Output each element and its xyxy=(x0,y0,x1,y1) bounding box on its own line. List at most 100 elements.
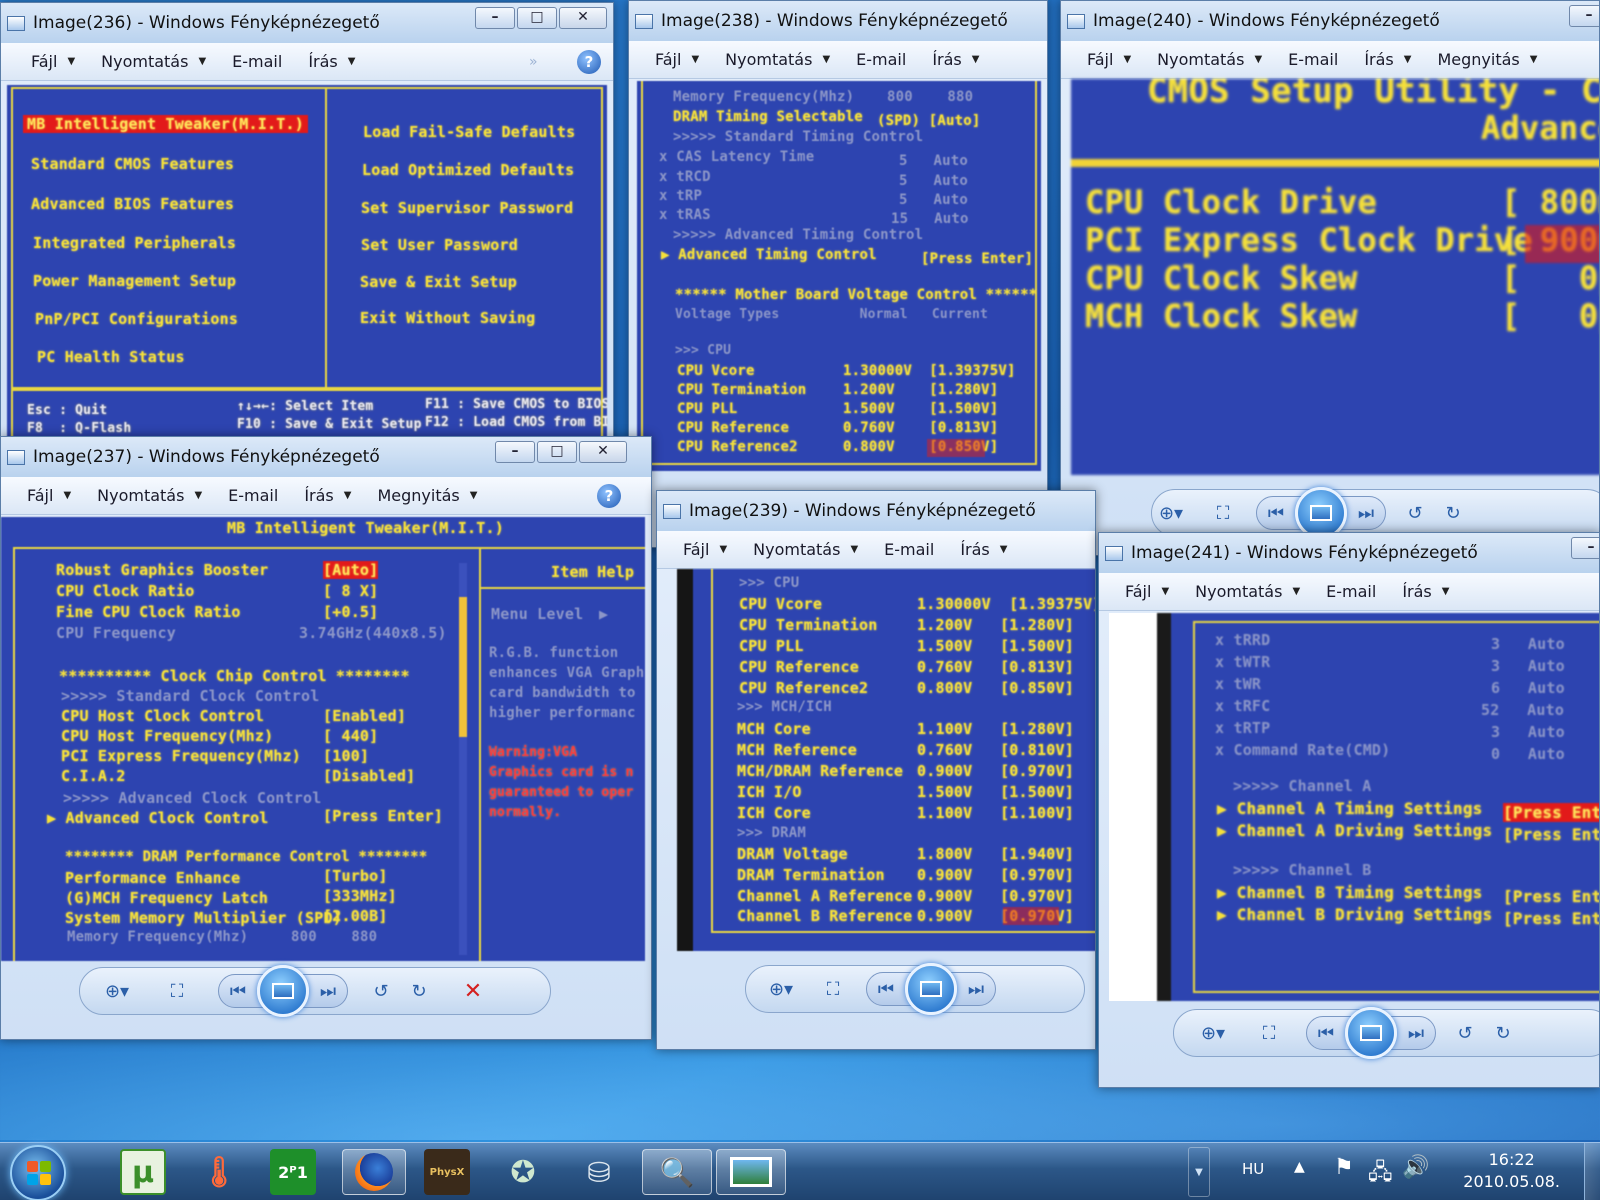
sp2-1-icon[interactable]: 2ᴾ1 xyxy=(270,1149,316,1195)
bios-row-value: [Press Ent xyxy=(1503,887,1600,906)
menu-email[interactable]: E-mail xyxy=(218,486,288,505)
bios-row-label: x tRP xyxy=(659,188,703,204)
action-center-flag-icon[interactable]: ⚑ xyxy=(1334,1155,1354,1180)
window-image-241[interactable]: Image(241) - Windows Fényképnézegető – F… xyxy=(1098,532,1600,1088)
physx-icon[interactable]: PhysX xyxy=(424,1149,470,1195)
rotate-left-icon[interactable]: ↺ xyxy=(362,981,400,1002)
show-desktop-button[interactable] xyxy=(1584,1143,1600,1200)
next-icon[interactable]: ⏭ xyxy=(1397,1023,1435,1044)
minimize-button[interactable]: – xyxy=(1569,5,1599,27)
bios-row-value: 1.100V [1.280V] xyxy=(917,720,1074,738)
menu-print[interactable]: Nyomtatás ▼ xyxy=(1147,50,1272,69)
maximize-button[interactable]: □ xyxy=(517,7,557,29)
rotate-left-icon[interactable]: ↺ xyxy=(1446,1023,1484,1044)
firefox-icon[interactable] xyxy=(342,1149,406,1195)
next-icon[interactable]: ⏭ xyxy=(309,981,347,1002)
help-icon[interactable]: ? xyxy=(597,483,621,508)
slideshow-button[interactable] xyxy=(1345,1007,1397,1059)
rotate-right-icon[interactable]: ↻ xyxy=(400,981,438,1002)
close-button[interactable]: ✕ xyxy=(579,441,627,463)
rotate-left-icon[interactable]: ↺ xyxy=(1396,503,1434,524)
bios-header: Advanced xyxy=(1481,109,1599,147)
menu-email[interactable]: E-mail xyxy=(1316,582,1386,601)
menu-print[interactable]: Nyomtatás ▼ xyxy=(715,50,840,69)
slideshow-button[interactable] xyxy=(905,963,957,1015)
title-bar[interactable]: Image(238) - Windows Fényképnézegető xyxy=(629,1,1047,41)
actual-size-icon[interactable]: ⛶ xyxy=(158,981,196,1002)
title-bar[interactable]: Image(239) - Windows Fényképnézegető xyxy=(657,491,1095,531)
menu-email[interactable]: E-mail xyxy=(222,52,292,71)
taskbar-scroll[interactable]: ▼ xyxy=(1188,1147,1210,1197)
menu-file[interactable]: Fájl ▼ xyxy=(21,52,85,71)
previous-icon[interactable]: ⏮ xyxy=(1307,1023,1345,1044)
title-bar[interactable]: Image(237) - Windows Fényképnézegető – □… xyxy=(1,437,651,477)
menu-write[interactable]: Írás ▼ xyxy=(1354,50,1421,69)
previous-icon[interactable]: ⏮ xyxy=(867,979,905,1000)
utorrent-icon[interactable]: µ xyxy=(120,1149,166,1195)
minimize-button[interactable]: – xyxy=(495,441,535,463)
menu-label: E-mail xyxy=(884,540,935,559)
menu-open[interactable]: Megnyitás ▼ xyxy=(1427,50,1547,69)
menu-email[interactable]: E-mail xyxy=(1278,50,1348,69)
start-button[interactable] xyxy=(10,1145,66,1200)
thermometer-shield-icon[interactable]: 🌡 xyxy=(196,1149,242,1195)
rotate-right-icon[interactable]: ↻ xyxy=(1434,503,1472,524)
menu-open[interactable]: Megnyitás ▼ xyxy=(367,486,487,505)
help-icon[interactable]: ? xyxy=(577,49,601,74)
menu-file[interactable]: Fájl ▼ xyxy=(1077,50,1141,69)
window-image-239[interactable]: Image(239) - Windows Fényképnézegető Fáj… xyxy=(656,490,1096,1050)
menu-file[interactable]: Fájl ▼ xyxy=(673,540,737,559)
window-image-238[interactable]: Image(238) - Windows Fényképnézegető Fáj… xyxy=(628,0,1048,548)
next-icon[interactable]: ⏭ xyxy=(1347,503,1385,524)
system-clock[interactable]: 16:22 2010.05.08. xyxy=(1463,1149,1560,1193)
menu-email[interactable]: E-mail xyxy=(846,50,916,69)
show-hidden-icons-icon[interactable]: ▲ xyxy=(1294,1159,1305,1175)
zoom-icon[interactable]: ⊕▾ xyxy=(1194,1023,1232,1044)
title-bar[interactable]: Image(236) - Windows Fényképnézegető – □… xyxy=(1,3,613,43)
bios-menu-item: Load Fail-Safe Defaults xyxy=(363,123,576,141)
title-bar[interactable]: Image(240) - Windows Fényképnézegető – xyxy=(1061,1,1599,41)
window-image-240[interactable]: Image(240) - Windows Fényképnézegető – F… xyxy=(1060,0,1600,556)
volume-icon[interactable]: 🔊 xyxy=(1402,1155,1429,1180)
minimize-button[interactable]: – xyxy=(1571,537,1599,559)
actual-size-icon[interactable]: ⛶ xyxy=(814,979,852,1000)
previous-icon[interactable]: ⏮ xyxy=(219,981,257,1002)
window-image-237[interactable]: Image(237) - Windows Fényképnézegető – □… xyxy=(0,436,652,1040)
network-icon[interactable]: 🖧 xyxy=(1368,1155,1393,1193)
menu-file[interactable]: Fájl ▼ xyxy=(1115,582,1179,601)
drive-shield-icon[interactable]: ⛁ xyxy=(576,1149,622,1195)
menu-write[interactable]: Írás ▼ xyxy=(1392,582,1459,601)
title-bar[interactable]: Image(241) - Windows Fényképnézegető – xyxy=(1099,533,1599,573)
menu-write[interactable]: Írás ▼ xyxy=(922,50,989,69)
zoom-icon[interactable]: ⊕▾ xyxy=(1152,503,1190,524)
menu-print[interactable]: Nyomtatás ▼ xyxy=(87,486,212,505)
menu-print[interactable]: Nyomtatás ▼ xyxy=(91,52,216,71)
rotate-right-icon[interactable]: ↻ xyxy=(1484,1023,1522,1044)
close-button[interactable]: ✕ xyxy=(559,7,607,29)
window-image-236[interactable]: Image(236) - Windows Fényképnézegető – □… xyxy=(0,2,614,448)
actual-size-icon[interactable]: ⛶ xyxy=(1204,503,1242,524)
photo-viewer-icon[interactable] xyxy=(716,1149,786,1195)
fit-window-icon[interactable]: ⛶ xyxy=(1250,1023,1288,1044)
menu-write[interactable]: Írás ▼ xyxy=(950,540,1017,559)
menu-write[interactable]: Írás ▼ xyxy=(298,52,365,71)
xbox-shield-icon[interactable]: ✪ xyxy=(500,1149,546,1195)
zoom-icon[interactable]: ⊕▾ xyxy=(98,981,136,1002)
menu-write[interactable]: Írás ▼ xyxy=(294,486,361,505)
menu-print[interactable]: Nyomtatás ▼ xyxy=(1185,582,1310,601)
menu-email[interactable]: E-mail xyxy=(874,540,944,559)
maximize-button[interactable]: □ xyxy=(537,441,577,463)
delete-icon[interactable]: ✕ xyxy=(454,979,492,1004)
menu-file[interactable]: Fájl ▼ xyxy=(17,486,81,505)
menu-file[interactable]: Fájl ▼ xyxy=(645,50,709,69)
minimize-button[interactable]: – xyxy=(475,7,515,29)
search-drive-icon[interactable]: 🔍 xyxy=(642,1149,712,1195)
zoom-icon[interactable]: ⊕▾ xyxy=(762,979,800,1000)
bios-menu-item: MB Intelligent Tweaker(M.I.T.) xyxy=(23,115,308,133)
chevron-more-icon[interactable]: » xyxy=(529,54,538,70)
language-indicator[interactable]: HU xyxy=(1242,1160,1264,1178)
menu-print[interactable]: Nyomtatás ▼ xyxy=(743,540,868,559)
previous-icon[interactable]: ⏮ xyxy=(1257,503,1295,524)
next-icon[interactable]: ⏭ xyxy=(957,979,995,1000)
slideshow-button[interactable] xyxy=(257,965,309,1017)
